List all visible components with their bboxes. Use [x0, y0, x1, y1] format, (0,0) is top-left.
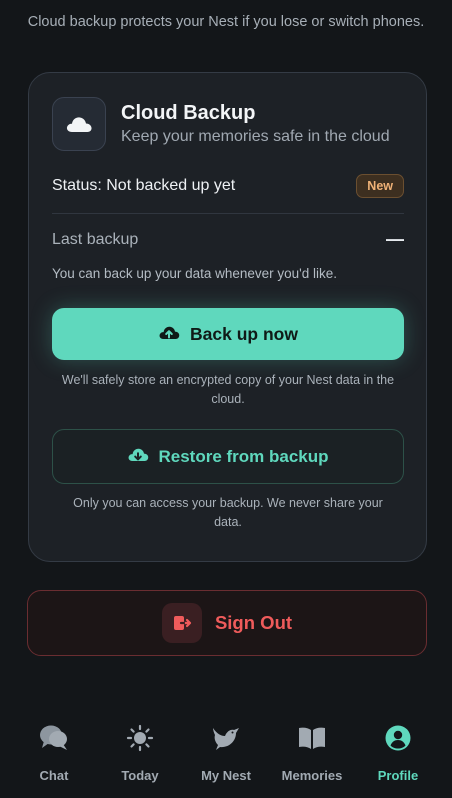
back-up-now-label: Back up now: [190, 323, 298, 344]
card-header: Cloud Backup Keep your memories safe in …: [52, 97, 390, 151]
tab-memories-label: Memories: [281, 768, 343, 783]
tab-chat[interactable]: Chat: [14, 722, 94, 798]
cloud-upload-icon: [158, 323, 180, 346]
tab-my-nest-label: My Nest: [201, 768, 251, 783]
card-title: Cloud Backup: [121, 102, 256, 124]
back-up-now-button[interactable]: Back up now: [52, 308, 404, 360]
restore-note: Only you can access your backup. We neve…: [73, 496, 383, 529]
last-backup-row: Last backup —: [52, 229, 404, 250]
status-row: Status: Not backed up yet New: [52, 174, 404, 198]
cloud-download-icon: [127, 445, 149, 468]
profile-icon: [384, 722, 412, 754]
tab-my-nest[interactable]: My Nest: [186, 722, 266, 798]
cloud-icon: [52, 97, 106, 151]
bottom-tab-bar: Chat Today My Nest Memories Profile: [0, 722, 452, 798]
sun-icon: [126, 722, 154, 754]
restore-from-backup-label: Restore from backup: [158, 446, 329, 466]
tab-today-label: Today: [121, 768, 159, 783]
tab-profile[interactable]: Profile: [358, 722, 438, 798]
card-subtitle: Keep your memories safe in the cloud: [121, 128, 390, 145]
cloud-backup-card: Cloud Backup Keep your memories safe in …: [28, 72, 427, 562]
tab-profile-label: Profile: [377, 768, 419, 783]
chat-bubbles-icon: [39, 722, 69, 754]
book-icon: [297, 722, 327, 754]
divider: [52, 213, 404, 214]
new-badge: New: [356, 174, 404, 198]
backup-intro-text: Cloud backup protects your Nest if you l…: [27, 14, 425, 30]
last-backup-value: —: [386, 229, 404, 249]
profile-screen: Cloud backup protects your Nest if you l…: [0, 0, 452, 798]
sign-out-button[interactable]: Sign Out: [27, 590, 427, 656]
sign-out-icon: [161, 603, 202, 643]
bird-icon: [211, 722, 241, 754]
tab-chat-label: Chat: [39, 768, 69, 783]
sign-out-label: Sign Out: [214, 612, 293, 633]
backup-status: Status: Not backed up yet: [52, 177, 236, 194]
last-backup-label: Last backup: [52, 230, 139, 248]
backup-hint: You can back up your data whenever you'd…: [52, 266, 338, 281]
tab-today[interactable]: Today: [100, 722, 180, 798]
backup-note: We'll safely store an encrypted copy of …: [61, 373, 395, 406]
tab-memories[interactable]: Memories: [272, 722, 352, 798]
restore-from-backup-button[interactable]: Restore from backup: [52, 429, 404, 484]
